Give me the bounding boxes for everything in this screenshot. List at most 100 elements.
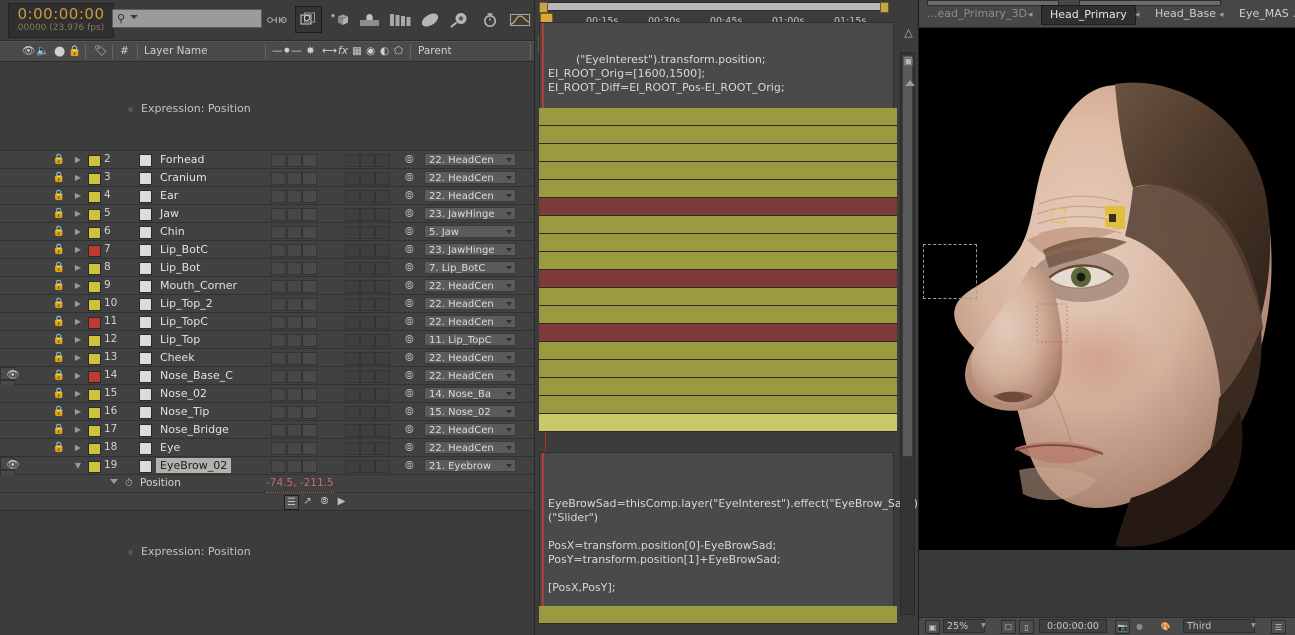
current-timecode-display[interactable]: 0:00:00:00 00000 (23.976 fps) bbox=[8, 3, 114, 38]
quality-switch[interactable] bbox=[302, 244, 317, 257]
collapse-switch-icon[interactable]: ✸ bbox=[306, 42, 315, 61]
layer-bar[interactable] bbox=[539, 324, 897, 342]
motion-blur-switch[interactable] bbox=[375, 208, 390, 221]
layer-disclosure-icon[interactable]: ▶ bbox=[73, 277, 83, 294]
table-row[interactable]: 🔒 ▶ 16 Nose_Tip ⦾ 15. Nose_02 bbox=[0, 403, 534, 421]
layer-bar[interactable] bbox=[539, 342, 897, 360]
parent-select[interactable]: 22. HeadCen bbox=[424, 171, 516, 184]
table-row[interactable]: 🔒 ▶ 17 Nose_Bridge ⦾ 22. HeadCen bbox=[0, 421, 534, 439]
motion-blur-switch-icon[interactable]: ◉ bbox=[366, 42, 375, 61]
layer-bar[interactable] bbox=[539, 396, 897, 414]
table-row[interactable]: 🔒 ▶ 18 Eye ⦾ 22. HeadCen bbox=[0, 439, 534, 457]
collapse-switch[interactable] bbox=[287, 172, 302, 185]
parent-pickwhip-icon[interactable]: ⦾ bbox=[405, 316, 414, 327]
shy-switch[interactable] bbox=[271, 442, 286, 455]
frame-blend-switch[interactable] bbox=[360, 280, 375, 293]
collapse-switch[interactable] bbox=[287, 460, 302, 473]
frame-blend-switch[interactable] bbox=[360, 244, 375, 257]
layer-label-color[interactable] bbox=[88, 353, 101, 365]
fx-switch[interactable] bbox=[345, 406, 360, 419]
layer-name[interactable]: Chin bbox=[156, 224, 189, 239]
fx-switch[interactable] bbox=[345, 154, 360, 167]
fx-switch[interactable] bbox=[345, 388, 360, 401]
chevron-down-icon[interactable] bbox=[130, 15, 138, 19]
viewer-timecode[interactable]: 0:00:00:00 bbox=[1039, 619, 1107, 633]
layer-bar[interactable] bbox=[539, 306, 897, 324]
parent-pickwhip-icon[interactable]: ⦾ bbox=[405, 244, 414, 255]
layer-name[interactable]: Lip_Top bbox=[156, 332, 204, 347]
3d-layer-switch-icon[interactable]: ⬠ bbox=[394, 42, 403, 61]
motion-blur-switch[interactable] bbox=[375, 154, 390, 167]
layer-lock-toggle[interactable]: 🔒 bbox=[52, 331, 66, 348]
layer-name[interactable]: Forhead bbox=[156, 152, 208, 167]
table-row[interactable]: 🔒 ▶ 2 Forhead ⦾ 22. HeadCen bbox=[0, 151, 534, 169]
frame-blend-switch[interactable] bbox=[360, 352, 375, 365]
table-row[interactable]: 🔒 ▶ 3 Cranium ⦾ 22. HeadCen bbox=[0, 169, 534, 187]
collapse-switch[interactable] bbox=[287, 208, 302, 221]
fx-switch[interactable] bbox=[345, 208, 360, 221]
motion-blur-switch[interactable] bbox=[375, 352, 390, 365]
collapse-switch[interactable] bbox=[287, 442, 302, 455]
draft-3d-icon[interactable] bbox=[417, 7, 442, 32]
table-row[interactable]: 🔒 ▶ 13 Cheek ⦾ 22. HeadCen bbox=[0, 349, 534, 367]
collapse-switch[interactable] bbox=[287, 280, 302, 293]
shy-switch-icon[interactable]: —⚫— bbox=[272, 42, 302, 61]
table-row[interactable]: 🔒 ▶ 7 Lip_BotC ⦾ 23. JawHinge bbox=[0, 241, 534, 259]
motion-blur-switch[interactable] bbox=[375, 424, 390, 437]
frame-blend-switch[interactable] bbox=[360, 208, 375, 221]
parent-pickwhip-icon[interactable]: ⦾ bbox=[405, 262, 414, 273]
graph-icon[interactable]: ↗ bbox=[301, 495, 314, 508]
viewer-options-icon[interactable]: ☰ bbox=[1271, 620, 1286, 634]
layer-lock-toggle[interactable]: 🔒 bbox=[52, 385, 66, 402]
parent-select[interactable]: 15. Nose_02 bbox=[424, 405, 516, 418]
collapse-switch[interactable] bbox=[287, 226, 302, 239]
collapse-switch[interactable] bbox=[287, 298, 302, 311]
layer-visibility-toggle[interactable] bbox=[6, 331, 20, 348]
layer-disclosure-icon[interactable]: ▶ bbox=[73, 151, 83, 168]
collapse-switch[interactable] bbox=[287, 406, 302, 419]
fx-switch[interactable] bbox=[345, 226, 360, 239]
region-of-interest-icon[interactable]: ☐ bbox=[1001, 620, 1016, 634]
layer-lock-toggle[interactable]: 🔒 bbox=[52, 187, 66, 204]
fx-switch[interactable] bbox=[345, 442, 360, 455]
new-composition-icon[interactable] bbox=[327, 7, 352, 32]
layer-lock-toggle[interactable]: 🔒 bbox=[52, 367, 66, 384]
layer-name[interactable]: Nose_Tip bbox=[156, 404, 213, 419]
layer-lock-toggle[interactable]: 🔒 bbox=[52, 241, 66, 258]
layer-label-color[interactable] bbox=[88, 155, 101, 167]
parent-pickwhip-icon[interactable]: ⦾ bbox=[405, 460, 414, 471]
parent-select[interactable]: 22. HeadCen bbox=[424, 441, 516, 454]
parent-select[interactable]: 14. Nose_Ba bbox=[424, 387, 516, 400]
fx-switch[interactable] bbox=[345, 244, 360, 257]
layer-visibility-toggle[interactable]: 👁 bbox=[6, 367, 20, 384]
shy-switch[interactable] bbox=[271, 190, 286, 203]
layer-lock-toggle[interactable]: 🔒 bbox=[52, 277, 66, 294]
parent-select[interactable]: 22. HeadCen bbox=[424, 351, 516, 364]
collapse-switch[interactable] bbox=[287, 334, 302, 347]
layer-lock-toggle[interactable]: 🔒 bbox=[52, 259, 66, 276]
fx-switch[interactable] bbox=[345, 190, 360, 203]
parent-pickwhip-icon[interactable]: ⦾ bbox=[405, 424, 414, 435]
layer-label-color[interactable] bbox=[88, 443, 101, 455]
frame-blend-switch[interactable] bbox=[360, 262, 375, 275]
quality-switch[interactable] bbox=[302, 334, 317, 347]
layer-name[interactable]: Nose_Base_C bbox=[156, 368, 237, 383]
parent-pickwhip-icon[interactable]: ⦾ bbox=[405, 208, 414, 219]
frame-blend-switch[interactable] bbox=[360, 424, 375, 437]
shy-switch[interactable] bbox=[271, 424, 286, 437]
fx-switch[interactable] bbox=[345, 262, 360, 275]
layer-name[interactable]: Nose_Bridge bbox=[156, 422, 233, 437]
collapse-switch[interactable] bbox=[287, 190, 302, 203]
layer-label-color[interactable] bbox=[88, 299, 101, 311]
motion-blur-icon[interactable] bbox=[295, 6, 322, 33]
parent-pickwhip-icon[interactable]: ⦾ bbox=[405, 280, 414, 291]
layer-visibility-toggle[interactable] bbox=[6, 295, 20, 312]
comp-marker-icon[interactable]: △ bbox=[901, 26, 916, 40]
shy-switch[interactable] bbox=[271, 208, 286, 221]
always-preview-icon[interactable]: ▣ bbox=[925, 620, 940, 634]
shy-switch[interactable] bbox=[271, 352, 286, 365]
anchor-point-outline[interactable] bbox=[1051, 208, 1066, 223]
shy-switch[interactable] bbox=[271, 172, 286, 185]
collapse-switch[interactable] bbox=[287, 352, 302, 365]
layer-name[interactable]: Cheek bbox=[156, 350, 199, 365]
